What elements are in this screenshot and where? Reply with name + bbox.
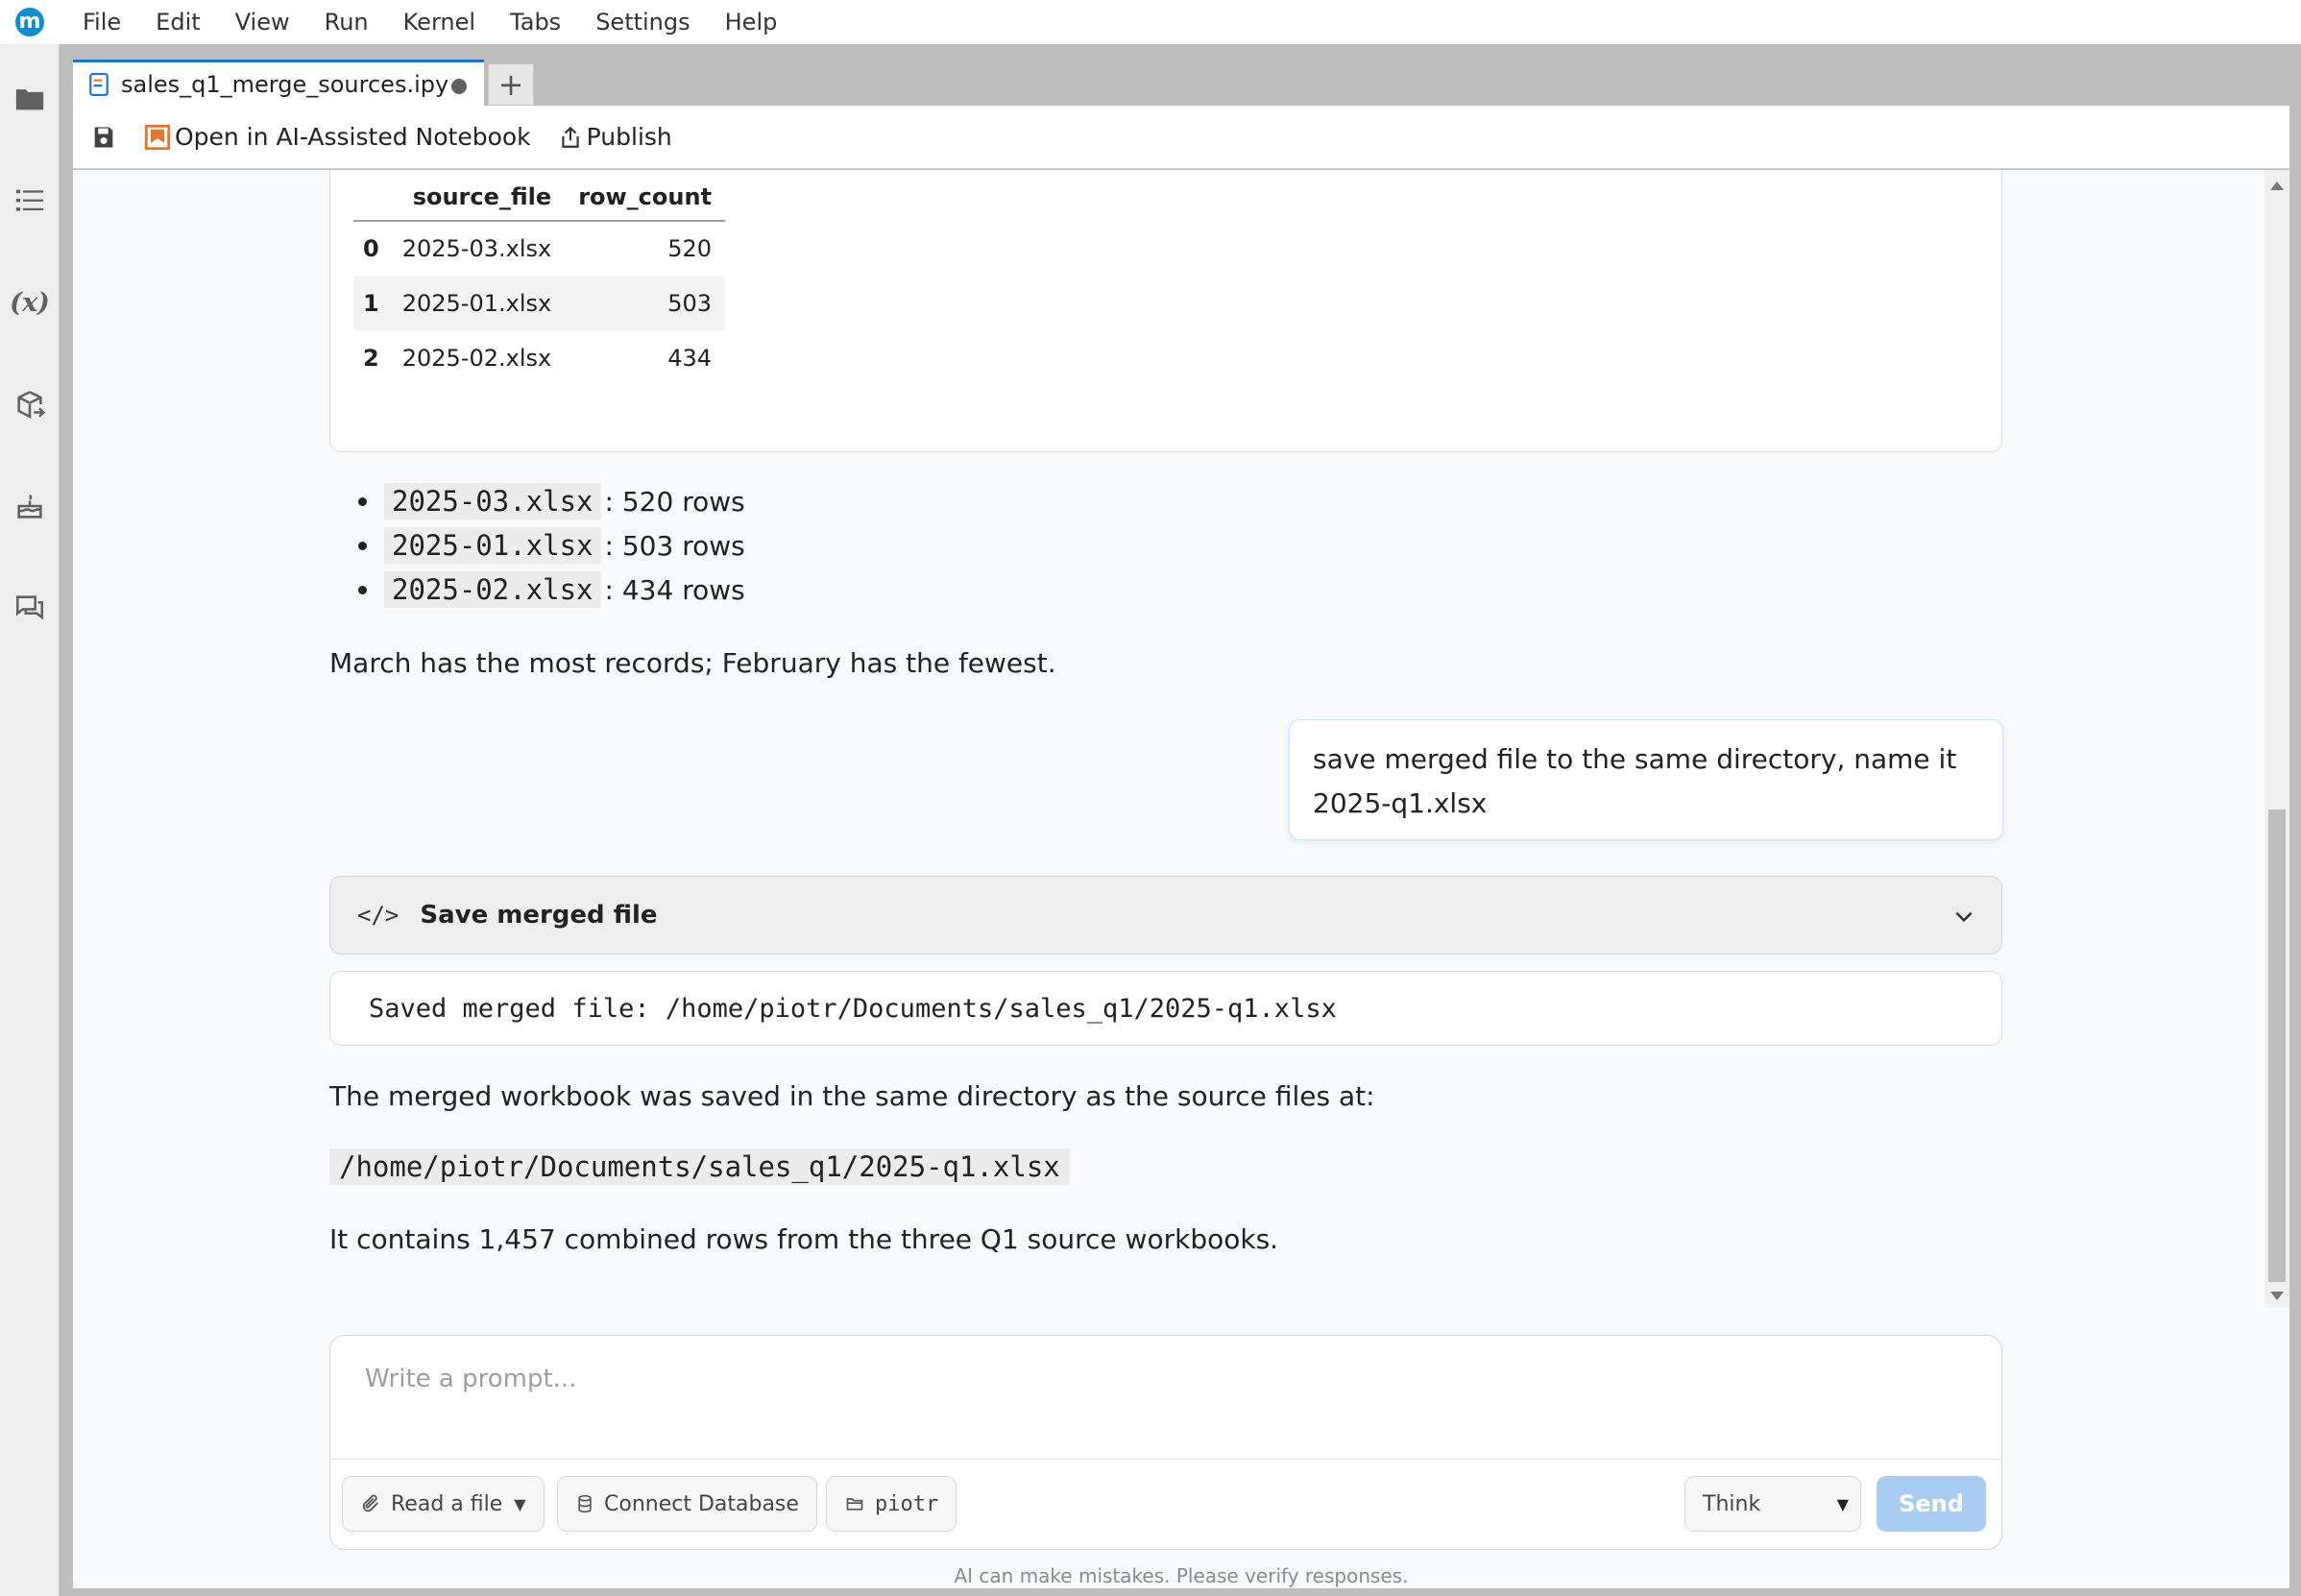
row-index: 0 (363, 235, 379, 262)
menu-kernel[interactable]: Kernel (386, 0, 493, 44)
caret-down-icon: ▼ (514, 1494, 526, 1513)
cell-row-count: 434 (667, 344, 713, 372)
read-file-button[interactable]: Read a file ▼ (342, 1476, 545, 1532)
mode-select[interactable]: Think ▼ (1684, 1476, 1861, 1532)
inline-code: 2025-01.xlsx (384, 527, 601, 564)
publish-label: Publish (586, 123, 672, 151)
inline-code: 2025-02.xlsx (384, 571, 601, 608)
table-row: 1 2025-01.xlsx 503 (353, 276, 726, 330)
chat-icon[interactable] (12, 590, 48, 626)
divider (330, 1459, 2001, 1460)
cake-icon[interactable] (12, 488, 48, 524)
menu-settings[interactable]: Settings (578, 0, 707, 44)
open-ai-notebook-button[interactable]: Open in AI-Assisted Notebook (144, 123, 531, 151)
notebook-icon (89, 72, 109, 96)
open-ai-notebook-label: Open in AI-Assisted Notebook (175, 123, 531, 151)
unsaved-dot-icon[interactable] (451, 79, 467, 94)
package-export-icon[interactable] (12, 386, 48, 423)
mode-select-value: Think (1703, 1491, 1761, 1516)
response-text: The merged workbook was saved in the sam… (329, 1080, 1375, 1112)
directory-button[interactable]: piotr (826, 1476, 957, 1532)
menu-edit[interactable]: Edit (138, 0, 217, 44)
caret-down-icon: ▼ (1836, 1494, 1849, 1513)
connect-database-button[interactable]: Connect Database (557, 1476, 817, 1532)
menu-help[interactable]: Help (708, 0, 795, 44)
notebook-panel: source_file row_count 0 2025-03.xlsx 520… (73, 170, 2289, 1588)
cell-source-file: 2025-01.xlsx (388, 276, 566, 330)
scroll-up-arrow-icon[interactable] (2270, 181, 2284, 190)
menu-run[interactable]: Run (307, 0, 386, 44)
folder-open-icon (846, 1498, 863, 1511)
table-row: 0 2025-03.xlsx 520 (353, 221, 725, 276)
table-row: 2 2025-02.xlsx 434 (353, 330, 725, 385)
list-item: 2025-01.xlsx: 503 rows (329, 523, 745, 568)
save-icon[interactable] (90, 124, 117, 151)
inline-code: 2025-03.xlsx (384, 483, 601, 520)
list-item-text: : 434 rows (604, 573, 745, 606)
list-item: 2025-03.xlsx: 520 rows (329, 479, 745, 523)
connect-database-label: Connect Database (604, 1491, 799, 1516)
code-cell-title: Save merged file (420, 901, 658, 930)
column-header-row-count: row_count (565, 177, 726, 222)
scroll-down-arrow-icon[interactable] (2270, 1292, 2284, 1300)
prompt-input[interactable]: Write a prompt... (365, 1365, 576, 1393)
list-item-text: : 503 rows (604, 529, 745, 562)
folder-icon[interactable] (12, 81, 48, 117)
menu-bar: m File Edit View Run Kernel Tabs Setting… (0, 0, 2301, 44)
notebook-toolbar: Open in AI-Assisted Notebook Publish (73, 106, 2289, 169)
app-logo: m (15, 8, 44, 36)
code-cell-header[interactable]: </> Save merged file (329, 876, 2002, 955)
user-message: save merged file to the same directory, … (1289, 719, 2003, 840)
menu-view[interactable]: View (218, 0, 307, 44)
column-header-source-file: source_file (388, 177, 566, 222)
row-count-list: 2025-03.xlsx: 520 rows 2025-01.xlsx: 503… (329, 479, 745, 612)
vertical-scrollbar[interactable] (2265, 170, 2289, 1308)
cell-row-count: 520 (667, 235, 713, 262)
summary-text: March has the most records; February has… (329, 647, 1056, 679)
publish-button[interactable]: Publish (558, 123, 672, 151)
dataframe-output: source_file row_count 0 2025-03.xlsx 520… (329, 170, 2002, 452)
directory-label: piotr (875, 1491, 939, 1516)
menu-tabs[interactable]: Tabs (493, 0, 578, 44)
tab-strip: sales_q1_merge_sources.ipy + (73, 60, 534, 106)
dataframe-table: source_file row_count 0 2025-03.xlsx 520… (353, 177, 726, 385)
variable-icon[interactable]: (x) (10, 284, 50, 321)
scrollbar-thumb[interactable] (2268, 810, 2286, 1282)
code-icon: </> (357, 902, 400, 929)
ai-notebook-icon (144, 124, 171, 150)
cell-source-file: 2025-02.xlsx (401, 344, 552, 372)
row-index: 2 (363, 344, 379, 372)
cell-row-count: 503 (565, 276, 726, 330)
list-item: 2025-02.xlsx: 434 rows (329, 568, 745, 612)
menu-file[interactable]: File (65, 0, 138, 44)
new-tab-button[interactable]: + (488, 63, 534, 106)
chevron-down-icon[interactable] (1951, 904, 1976, 929)
column-header-index (353, 177, 389, 222)
list-icon[interactable] (12, 182, 48, 219)
paperclip-icon (362, 1494, 378, 1512)
tab-notebook[interactable]: sales_q1_merge_sources.ipy (73, 60, 484, 106)
response-summary: It contains 1,457 combined rows from the… (329, 1223, 1279, 1255)
saved-path-code: /home/piotr/Documents/sales_q1/2025-q1.x… (329, 1149, 1070, 1185)
cell-source-file: 2025-03.xlsx (401, 235, 552, 262)
send-button[interactable]: Send (1877, 1476, 1986, 1532)
read-file-label: Read a file (391, 1491, 503, 1516)
database-icon (578, 1494, 592, 1513)
cell-output: Saved merged file: /home/piotr/Documents… (329, 971, 2002, 1046)
list-item-text: : 520 rows (604, 485, 745, 518)
row-index: 1 (353, 276, 389, 330)
disclaimer-text: AI can make mistakes. Please verify resp… (954, 1564, 1409, 1587)
tab-title: sales_q1_merge_sources.ipy (121, 70, 449, 98)
prompt-composer: Write a prompt... Read a file ▼ Connect … (329, 1335, 2002, 1550)
share-icon (561, 126, 579, 148)
left-sidebar: (x) (0, 44, 60, 1596)
